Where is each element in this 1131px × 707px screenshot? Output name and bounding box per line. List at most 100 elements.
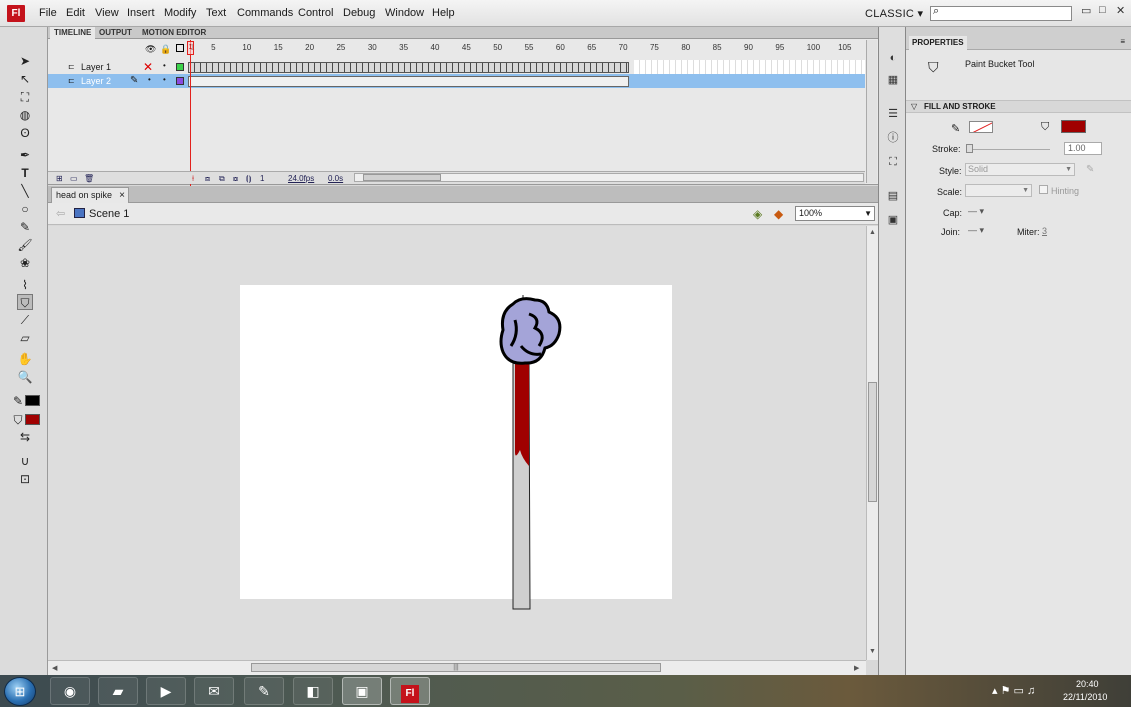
system-tray-icons[interactable]: ▴ ⚑ ▭ ♫ bbox=[992, 684, 1035, 697]
clock-time[interactable]: 20:40 bbox=[1076, 679, 1099, 689]
lasso-tool-icon[interactable]: ʘ bbox=[17, 125, 33, 141]
edit-scene-icon[interactable]: ◆ bbox=[774, 207, 783, 221]
join-select[interactable]: — ▾ bbox=[968, 225, 984, 236]
lock-dot[interactable]: • bbox=[163, 75, 166, 84]
swatches-panel-icon[interactable]: ▦ bbox=[886, 73, 900, 87]
sticky-notes-icon[interactable]: ◧ bbox=[293, 677, 333, 705]
layer-row[interactable]: ⊏ Layer 1 ✕ • bbox=[48, 60, 865, 74]
playhead[interactable] bbox=[190, 40, 191, 186]
edit-symbols-icon[interactable]: ◈ bbox=[753, 207, 762, 221]
close-icon[interactable]: × bbox=[119, 188, 125, 203]
selection-tool-icon[interactable]: ➤ bbox=[17, 53, 33, 69]
tab-motion-editor[interactable]: MOTION EDITOR bbox=[138, 27, 210, 39]
menu-text[interactable]: Text bbox=[206, 7, 226, 19]
search-input[interactable] bbox=[930, 6, 1072, 21]
playhead-marker[interactable]: 1 bbox=[187, 41, 194, 55]
visibility-dot[interactable]: • bbox=[163, 61, 166, 70]
back-arrow-icon[interactable]: ⇦ bbox=[56, 207, 65, 220]
outlook-icon[interactable]: ✉ bbox=[194, 677, 234, 705]
layer-color-swatch[interactable] bbox=[176, 63, 184, 71]
stroke-slider-track[interactable] bbox=[968, 149, 1050, 150]
scrollbar-thumb[interactable] bbox=[868, 382, 877, 502]
hinting-checkbox[interactable] bbox=[1039, 185, 1048, 194]
head-on-spike-artwork[interactable] bbox=[455, 290, 575, 615]
layer-name[interactable]: Layer 2 bbox=[81, 76, 111, 86]
miter-value[interactable]: 3 bbox=[1042, 226, 1047, 236]
bone-tool-icon[interactable]: ⌇ bbox=[17, 277, 33, 293]
menu-control[interactable]: Control bbox=[298, 7, 333, 19]
stroke-color-swatch[interactable] bbox=[969, 121, 993, 133]
maximize-button[interactable]: □ bbox=[1099, 4, 1106, 16]
scroll-up-icon[interactable]: ▲ bbox=[869, 229, 876, 236]
tab-properties[interactable]: PROPERTIES bbox=[909, 36, 967, 50]
line-tool-icon[interactable]: ╲ bbox=[17, 183, 33, 199]
paint-icon[interactable]: ✎ bbox=[244, 677, 284, 705]
oval-tool-icon[interactable]: ○ bbox=[17, 201, 33, 217]
delete-layer-icon[interactable]: 🗑 bbox=[84, 174, 94, 183]
stroke-width-input[interactable]: 1.00 bbox=[1064, 142, 1102, 155]
frame-ruler[interactable]: 1510152025303540455055606570758085909510… bbox=[188, 40, 865, 58]
stroke-slider-knob[interactable] bbox=[966, 144, 973, 153]
explorer-icon[interactable]: ▰ bbox=[98, 677, 138, 705]
edit-multiple-frames-icon[interactable]: ⧇ bbox=[233, 174, 238, 184]
zoom-tool-icon[interactable]: 🔍 bbox=[17, 369, 33, 385]
stroke-color-swatch[interactable] bbox=[25, 395, 40, 406]
menu-insert[interactable]: Insert bbox=[127, 7, 155, 19]
layer-row[interactable]: ⊏ Layer 2 ✎ • • bbox=[48, 74, 865, 88]
eye-icon[interactable]: 👁 bbox=[145, 44, 156, 55]
fps-readout[interactable]: 24.0fps bbox=[288, 174, 314, 183]
fill-and-stroke-section[interactable]: ▽ FILL AND STROKE bbox=[906, 100, 1131, 113]
media-player-icon[interactable]: ▶ bbox=[146, 677, 186, 705]
snap-to-objects-icon[interactable]: ∪ bbox=[17, 453, 33, 469]
scale-select[interactable]: ▼ bbox=[965, 184, 1032, 197]
style-select[interactable]: Solid ▼ bbox=[965, 163, 1075, 176]
scroll-right-icon[interactable]: ▶ bbox=[854, 664, 859, 672]
modify-markers-icon[interactable]: ⦗⦘ bbox=[246, 174, 251, 184]
library-panel-icon[interactable]: ▣ bbox=[886, 213, 900, 227]
timeline-vertical-scrollbar[interactable] bbox=[866, 40, 877, 183]
lock-fill-icon[interactable]: ⊡ bbox=[17, 471, 33, 487]
scroll-left-icon[interactable]: ◀ bbox=[52, 664, 57, 672]
outline-icon[interactable] bbox=[176, 44, 184, 52]
components-panel-icon[interactable]: ▤ bbox=[886, 189, 900, 203]
lock-icon[interactable]: 🔒 bbox=[160, 44, 171, 55]
visibility-dot[interactable]: • bbox=[148, 75, 151, 84]
scrollbar-thumb[interactable]: ||| bbox=[251, 663, 661, 672]
close-button[interactable]: ✕ bbox=[1116, 4, 1125, 17]
swap-colors-icon[interactable]: ⇆ bbox=[17, 429, 33, 445]
x-icon[interactable]: ✕ bbox=[143, 60, 153, 74]
layer-frames[interactable] bbox=[188, 62, 629, 73]
minimize-button[interactable]: ▭ bbox=[1081, 4, 1091, 17]
pencil-tool-icon[interactable]: ✎ bbox=[17, 219, 33, 235]
transform-panel-icon[interactable]: ⛶ bbox=[886, 155, 900, 169]
brush-tool-icon[interactable]: 🖌 bbox=[17, 237, 33, 253]
scene-label[interactable]: Scene 1 bbox=[89, 208, 129, 220]
clock-date[interactable]: 22/11/2010 bbox=[1063, 692, 1107, 702]
paint-bucket-tool-icon[interactable]: ⛉ bbox=[17, 294, 33, 310]
new-layer-icon[interactable]: ⊞ bbox=[56, 174, 63, 183]
scrollbar-thumb[interactable] bbox=[363, 174, 441, 181]
panel-menu-icon[interactable]: ≡ bbox=[1120, 37, 1125, 46]
fill-color-swatch[interactable] bbox=[1061, 120, 1086, 133]
pen-tool-icon[interactable]: ✒ bbox=[17, 147, 33, 163]
menu-window[interactable]: Window bbox=[385, 7, 424, 19]
subselection-tool-icon[interactable]: ↖ bbox=[17, 71, 33, 87]
start-button[interactable]: ⊞ bbox=[4, 677, 36, 706]
tab-output[interactable]: OUTPUT bbox=[95, 27, 136, 39]
document-tab[interactable]: head on spike × bbox=[51, 187, 129, 203]
scroll-down-icon[interactable]: ▼ bbox=[869, 648, 876, 655]
fill-color-swatch[interactable] bbox=[25, 414, 40, 425]
deco-tool-icon[interactable]: ❀ bbox=[17, 255, 33, 271]
free-transform-tool-icon[interactable]: ⛶ bbox=[17, 89, 33, 105]
flash-icon[interactable]: Fl bbox=[390, 677, 430, 705]
document-vertical-scrollbar[interactable]: ▲ ▼ bbox=[866, 226, 878, 660]
menu-debug[interactable]: Debug bbox=[343, 7, 375, 19]
onion-outline-icon[interactable]: ⧉ bbox=[219, 174, 225, 184]
workspace-switcher[interactable]: CLASSIC ▾ bbox=[865, 7, 923, 20]
chrome-icon[interactable]: ◉ bbox=[50, 677, 90, 705]
eyedropper-tool-icon[interactable]: ⟋ bbox=[17, 312, 33, 328]
custom-style-pencil-icon[interactable]: ✎ bbox=[1086, 164, 1094, 175]
text-tool-icon[interactable]: T bbox=[17, 165, 33, 181]
zoom-select[interactable]: 100% ▼ bbox=[795, 206, 875, 221]
new-folder-icon[interactable]: ▭ bbox=[70, 174, 78, 183]
